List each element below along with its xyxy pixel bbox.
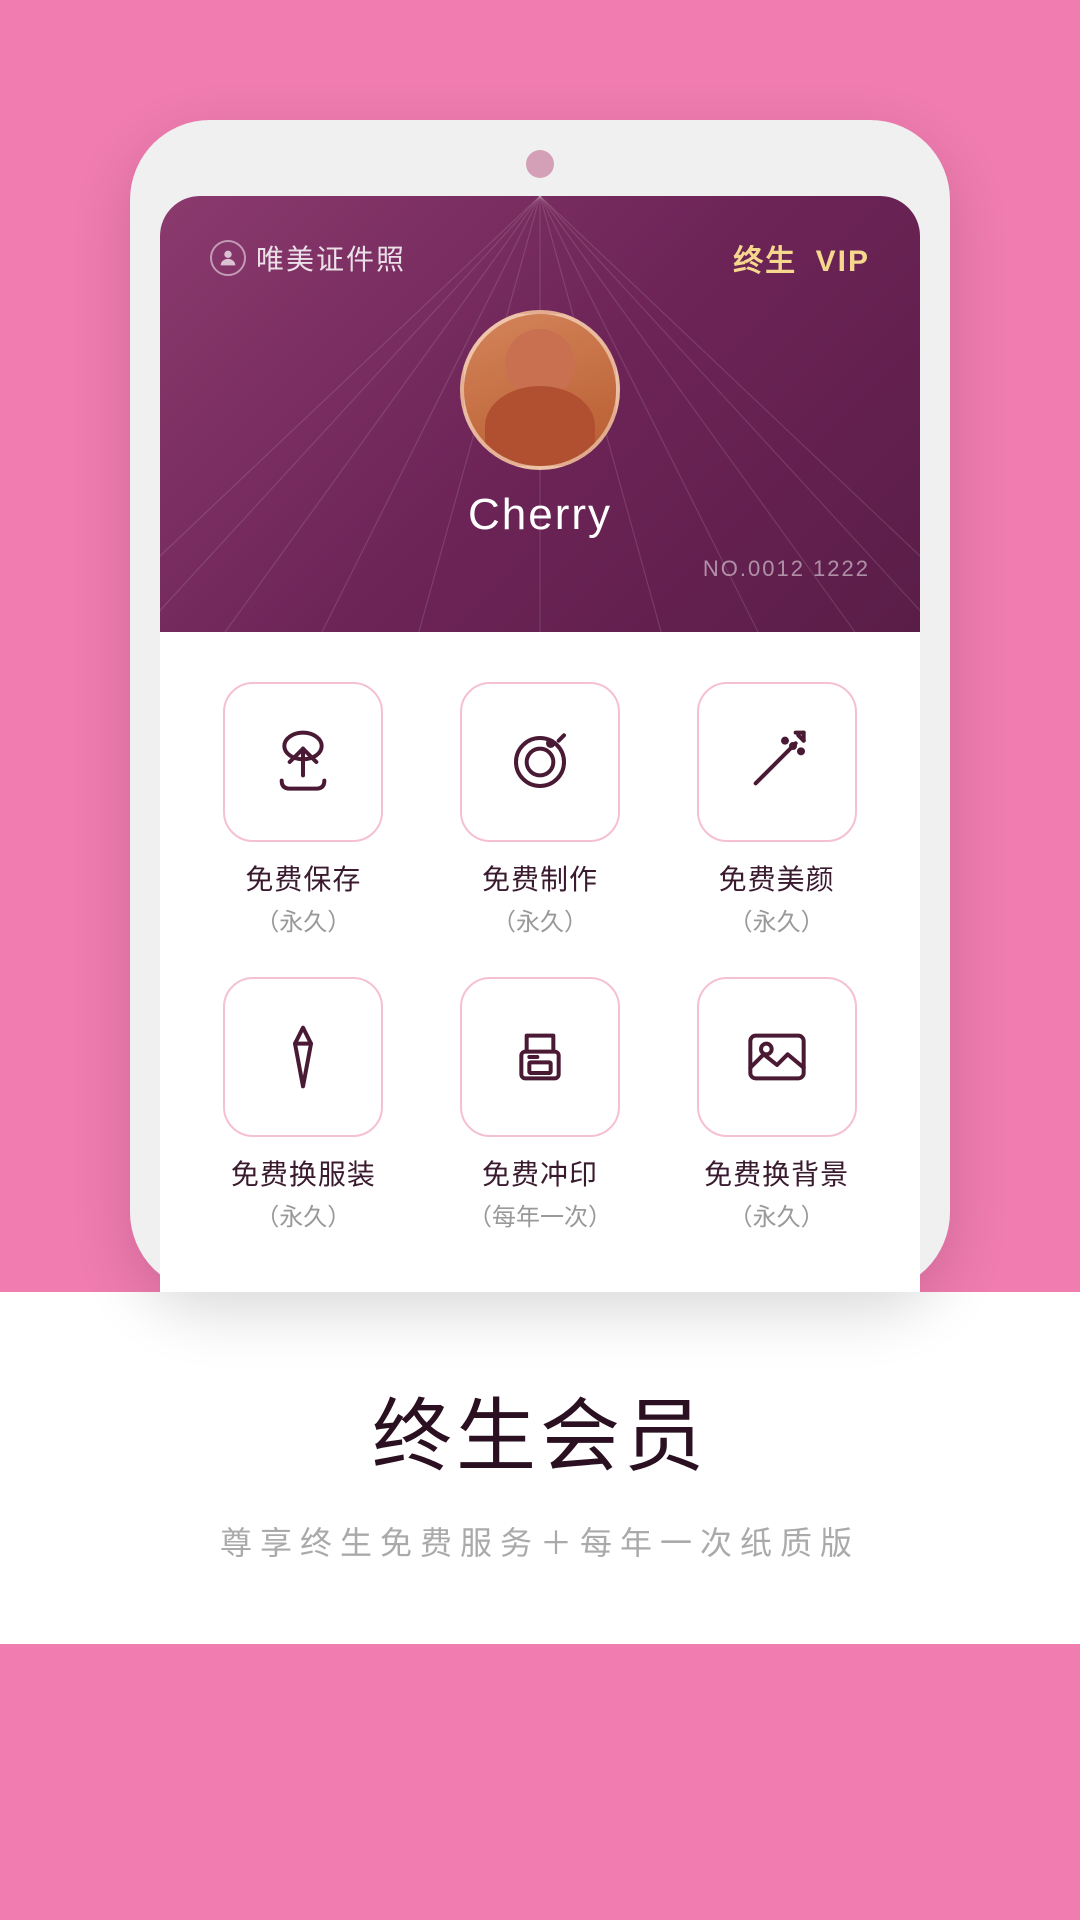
vip-badge: 终生 VIP — [733, 236, 870, 280]
avatar-section: Cherry NO.0012 1222 — [210, 310, 870, 582]
feature-name-beauty: 免费美颜 — [719, 858, 835, 898]
app-logo: 唯美证件照 — [210, 238, 406, 278]
feature-print: 免费冲印 （每年一次） — [437, 977, 644, 1232]
lifetime-description: 尊享终生免费服务＋每年一次纸质版 — [220, 1518, 860, 1564]
feature-label-clothes: 免费换服装 （永久） — [231, 1153, 376, 1232]
user-name: Cherry — [468, 490, 612, 540]
feature-label-bg: 免费换背景 （永久） — [704, 1153, 849, 1232]
member-number: NO.0012 1222 — [210, 556, 870, 582]
camera-notch — [526, 150, 554, 178]
feature-duration-print: （每年一次） — [468, 1197, 612, 1232]
app-name: 唯美证件照 — [256, 238, 406, 278]
feature-name-save: 免费保存 — [245, 858, 361, 898]
feature-icon-box-clothes[interactable] — [223, 977, 383, 1137]
feature-duration-clothes: （永久） — [255, 1197, 351, 1232]
feature-duration-make: （永久） — [492, 902, 588, 937]
feature-duration-bg: （永久） — [729, 1197, 825, 1232]
feature-clothes: 免费换服装 （永久） — [200, 977, 407, 1232]
feature-beauty: 免费美颜 （永久） — [673, 682, 880, 937]
features-grid: 免费保存 （永久） 免费制作 （永久） — [200, 682, 880, 1232]
feature-make: 免费制作 （永久） — [437, 682, 644, 937]
feature-save: 免费保存 （永久） — [200, 682, 407, 937]
feature-label-print: 免费冲印 （每年一次） — [468, 1153, 612, 1232]
card-header: 唯美证件照 终生 VIP — [210, 236, 870, 280]
feature-icon-box-beauty[interactable] — [697, 682, 857, 842]
avatar-figure — [464, 314, 616, 466]
bottom-section: 终生会员 尊享终生免费服务＋每年一次纸质版 — [0, 1292, 1080, 1644]
feature-name-bg: 免费换背景 — [704, 1153, 849, 1193]
notch-bar — [160, 150, 920, 178]
feature-name-print: 免费冲印 — [482, 1153, 598, 1193]
feature-duration-save: （永久） — [255, 902, 351, 937]
logo-icon — [210, 240, 246, 276]
avatar — [460, 310, 620, 470]
feature-icon-box-make[interactable] — [460, 682, 620, 842]
feature-label-beauty: 免费美颜 （永久） — [719, 858, 835, 937]
phone-frame: 唯美证件照 终生 VIP Cherry NO.0012 1222 — [130, 120, 950, 1292]
features-section: 免费保存 （永久） 免费制作 （永久） — [160, 632, 920, 1292]
feature-name-clothes: 免费换服装 — [231, 1153, 376, 1193]
feature-name-make: 免费制作 — [482, 858, 598, 898]
feature-label-save: 免费保存 （永久） — [245, 858, 361, 937]
feature-duration-beauty: （永久） — [729, 902, 825, 937]
lifetime-title: 终生会员 — [372, 1372, 708, 1488]
vip-card: 唯美证件照 终生 VIP Cherry NO.0012 1222 — [160, 196, 920, 632]
feature-icon-box-save[interactable] — [223, 682, 383, 842]
feature-icon-box-print[interactable] — [460, 977, 620, 1137]
feature-icon-box-bg[interactable] — [697, 977, 857, 1137]
feature-label-make: 免费制作 （永久） — [482, 858, 598, 937]
feature-bg: 免费换背景 （永久） — [673, 977, 880, 1232]
